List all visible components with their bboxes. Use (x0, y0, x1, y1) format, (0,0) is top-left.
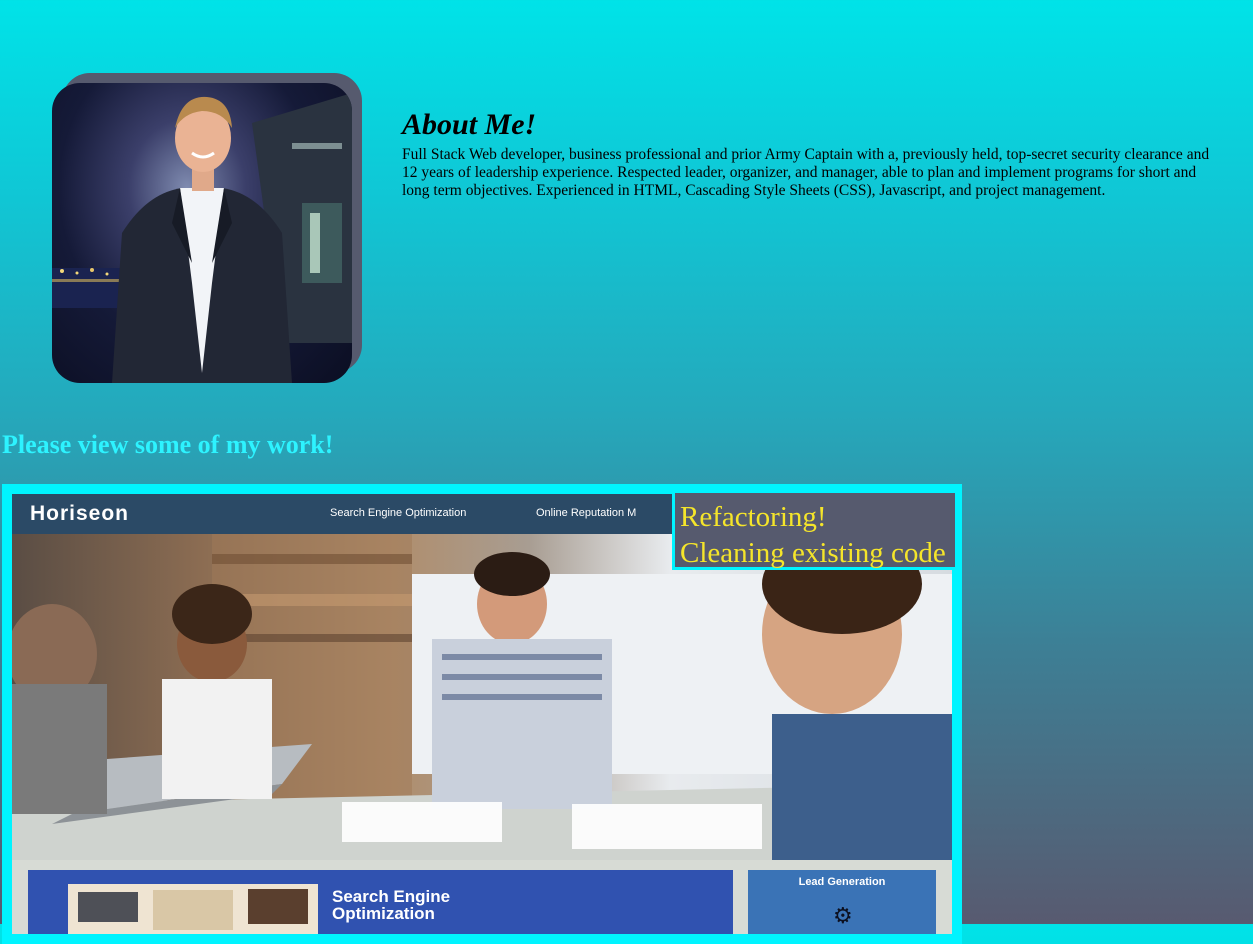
screenshot-hero-image (12, 534, 952, 860)
about-heading: About Me! (402, 108, 537, 141)
profile-photo (52, 83, 352, 383)
seo-section-title: Search Engine Optimization (332, 888, 450, 922)
lead-generation-title: Lead Generation (798, 876, 886, 888)
about-paragraph: Full Stack Web developer, business profe… (402, 146, 1210, 199)
about-section: About Me! Full Stack Web developer, busi… (402, 108, 1217, 200)
team-meeting-illustration (12, 534, 952, 860)
screenshot-logo: Horiseon (30, 502, 130, 525)
screenshot-seo-section: Search Engine Optimization (28, 870, 733, 934)
screenshot-nav-item: Search Engine Optimization (330, 507, 467, 519)
work-heading: Please view some of my work! (2, 430, 334, 459)
gear-icon: ⚙ (833, 904, 853, 929)
project-card[interactable]: Horiseon Search Engine Optimization Onli… (2, 484, 962, 944)
seo-title-line2: Optimization (332, 904, 435, 923)
project-caption: Refactoring! Cleaning existing code (672, 490, 958, 570)
profile-picture-frame (52, 73, 362, 383)
screenshot-lead-generation-section: Lead Generation ⚙ (748, 870, 936, 934)
screenshot-nav-item: Online Reputation M (536, 507, 637, 519)
seo-thumbnail-image (68, 884, 318, 934)
project-caption-subtitle: Cleaning existing code (680, 537, 946, 569)
project-caption-title: Refactoring! (680, 501, 827, 533)
profile-photo-illustration (52, 93, 352, 383)
